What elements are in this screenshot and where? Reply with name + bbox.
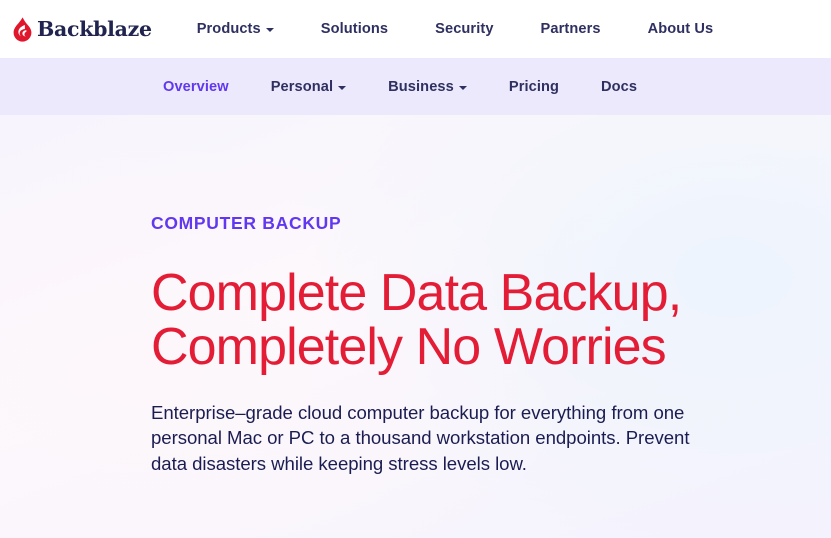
nav-item-about-us[interactable]: About Us bbox=[648, 15, 714, 43]
site-header: Backblaze Products Solutions Security Pa… bbox=[0, 0, 831, 58]
subnav-label-docs: Docs bbox=[601, 78, 638, 95]
subnav-item-docs[interactable]: Docs bbox=[601, 79, 637, 95]
nav-item-products[interactable]: Products bbox=[197, 15, 274, 43]
subnav-item-business[interactable]: Business bbox=[388, 79, 467, 95]
chevron-down-icon bbox=[265, 28, 274, 32]
subnav-item-pricing[interactable]: Pricing bbox=[509, 79, 559, 95]
secondary-navigation: Overview Personal Business Pricing Docs bbox=[0, 58, 831, 115]
brand-wordmark: Backblaze bbox=[37, 16, 152, 41]
subnav-item-overview[interactable]: Overview bbox=[163, 79, 229, 95]
subnav-label-personal: Personal bbox=[270, 78, 334, 95]
flame-icon bbox=[13, 16, 32, 42]
nav-item-solutions[interactable]: Solutions bbox=[321, 15, 388, 43]
chevron-down-icon bbox=[338, 85, 347, 90]
brand-logo[interactable]: Backblaze bbox=[13, 16, 152, 42]
nav-label-partners: Partners bbox=[540, 21, 601, 37]
nav-label-solutions: Solutions bbox=[320, 21, 389, 37]
hero-subcopy: Enterprise–grade cloud computer backup f… bbox=[151, 401, 690, 474]
subnav-label-business: Business bbox=[388, 78, 454, 95]
primary-navigation: Products Solutions Security Partners Abo… bbox=[197, 15, 714, 43]
nav-label-about-us: About Us bbox=[647, 21, 714, 37]
subnav-label-pricing: Pricing bbox=[508, 78, 560, 95]
nav-item-security[interactable]: Security bbox=[435, 15, 493, 43]
nav-item-partners[interactable]: Partners bbox=[541, 15, 601, 43]
hero-section: COMPUTER BACKUP Complete Data Backup, Co… bbox=[0, 115, 831, 538]
nav-label-security: Security bbox=[435, 21, 494, 37]
subnav-label-overview: Overview bbox=[163, 78, 229, 95]
hero-eyebrow: COMPUTER BACKUP bbox=[151, 213, 342, 233]
subnav-item-personal[interactable]: Personal bbox=[270, 78, 347, 95]
nav-label-products: Products bbox=[196, 21, 261, 37]
hero-headline: Complete Data Backup, Completely No Worr… bbox=[151, 263, 682, 376]
chevron-down-icon bbox=[458, 85, 467, 90]
